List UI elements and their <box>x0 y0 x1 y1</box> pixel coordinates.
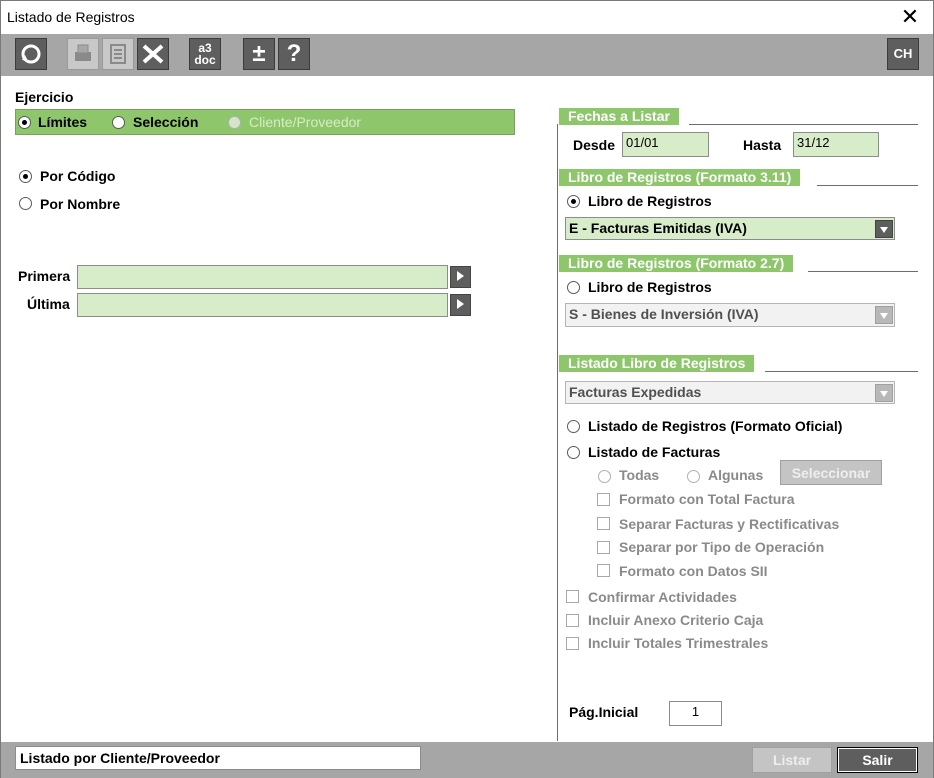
radio-por-codigo[interactable] <box>19 170 32 183</box>
listado-registros-window: Listado de Registros ✕ a3 doc ± ? CH Eje… <box>0 0 934 778</box>
status-text: Listado por Cliente/Proveedor <box>15 746 421 770</box>
fechas-header: Fechas a Listar <box>559 108 679 125</box>
preview-icon <box>110 44 126 64</box>
radio-seleccion[interactable] <box>112 116 125 129</box>
totales-trimestrales-label: Incluir Totales Trimestrales <box>588 635 769 651</box>
por-codigo-label: Por Código <box>40 168 116 184</box>
radio-por-nombre[interactable] <box>19 197 32 210</box>
listado-select[interactable]: Facturas Expedidas <box>565 381 895 404</box>
ejercicio-label: Ejercicio <box>15 89 74 105</box>
bottom-bar: Listado por Cliente/Proveedor Listar Sal… <box>1 742 933 778</box>
listar-button[interactable]: Listar <box>752 747 832 773</box>
radio-cliente-proveedor[interactable] <box>228 116 241 129</box>
a3doc-button[interactable]: a3 doc <box>189 38 221 70</box>
ultima-lookup-button[interactable] <box>450 294 471 316</box>
desde-input[interactable]: 01/01 <box>622 132 709 157</box>
title-bar: Listado de Registros ✕ <box>1 1 933 34</box>
checkbox-total-factura[interactable] <box>597 493 610 506</box>
libro-311-header-line <box>817 185 918 186</box>
checkbox-anexo-criterio-caja[interactable] <box>566 614 579 627</box>
ultima-label: Última <box>27 296 70 312</box>
checkbox-datos-sii[interactable] <box>597 564 610 577</box>
checkbox-separar-rectificativas[interactable] <box>597 517 610 530</box>
refresh-icon <box>21 44 41 64</box>
chevron-down-icon[interactable] <box>875 306 893 324</box>
seleccionar-button[interactable]: Seleccionar <box>780 460 882 485</box>
algunas-label: Algunas <box>708 467 764 483</box>
datos-sii-label: Formato con Datos SII <box>619 563 768 579</box>
right-panel-border <box>557 124 558 741</box>
listado-select-value: Facturas Expedidas <box>569 384 702 400</box>
separar-rectificativas-label: Separar Facturas y Rectificativas <box>619 516 840 532</box>
excel-button[interactable] <box>137 38 169 70</box>
preview-button[interactable] <box>102 38 134 70</box>
radio-libro-311[interactable] <box>567 195 580 208</box>
language-ch-button[interactable]: CH <box>887 38 919 70</box>
libro-311-header: Libro de Registros (Formato 3.11) <box>559 169 801 186</box>
radio-formato-oficial[interactable] <box>567 420 580 433</box>
refresh-button[interactable] <box>15 38 47 70</box>
ultima-input[interactable] <box>77 293 448 317</box>
libro-311-label: Libro de Registros <box>588 193 712 209</box>
hasta-input[interactable]: 31/12 <box>793 132 879 157</box>
primera-lookup-button[interactable] <box>450 266 471 288</box>
radio-todas[interactable] <box>598 470 611 483</box>
chevron-down-icon[interactable] <box>875 220 893 238</box>
listado-header-line <box>765 371 918 372</box>
libro-311-select-value: E - Facturas Emitidas (IVA) <box>569 220 747 236</box>
libro-27-header: Libro de Registros (Formato 2.7) <box>559 255 794 272</box>
radio-limites[interactable] <box>18 116 31 129</box>
libro-27-select[interactable]: S - Bienes de Inversión (IVA) <box>565 303 895 327</box>
listado-facturas-label: Listado de Facturas <box>588 444 721 460</box>
libro-27-select-value: S - Bienes de Inversión (IVA) <box>569 306 759 322</box>
libro-27-label: Libro de Registros <box>588 279 712 295</box>
fechas-header-line <box>689 124 918 125</box>
checkbox-totales-trimestrales[interactable] <box>566 637 579 650</box>
plusminus-button[interactable]: ± <box>243 38 275 70</box>
pag-inicial-label: Pág.Inicial <box>569 704 639 720</box>
hasta-label: Hasta <box>743 137 782 153</box>
chevron-down-icon[interactable] <box>875 384 893 402</box>
a3doc-bottom-label: doc <box>194 53 216 67</box>
listado-header: Listado Libro de Registros <box>559 355 755 372</box>
formato-oficial-label: Listado de Registros (Formato Oficial) <box>588 418 843 434</box>
anexo-criterio-caja-label: Incluir Anexo Criterio Caja <box>588 612 764 628</box>
print-icon <box>75 44 91 61</box>
salir-button[interactable]: Salir <box>837 747 918 773</box>
help-button[interactable]: ? <box>278 38 310 70</box>
desde-label: Desde <box>573 137 616 153</box>
cliente-proveedor-label: Cliente/Proveedor <box>249 114 362 130</box>
seleccion-label: Selección <box>133 114 199 130</box>
excel-icon <box>142 44 164 64</box>
pag-inicial-input[interactable]: 1 <box>669 701 722 726</box>
toolbar: a3 doc ± ? CH <box>1 34 933 76</box>
checkbox-confirmar-actividades[interactable] <box>566 590 579 603</box>
print-button[interactable] <box>67 38 99 70</box>
primera-input[interactable] <box>77 265 448 289</box>
close-icon[interactable]: ✕ <box>897 4 923 30</box>
radio-algunas[interactable] <box>687 470 700 483</box>
por-nombre-label: Por Nombre <box>40 196 121 212</box>
todas-label: Todas <box>619 467 660 483</box>
primera-label: Primera <box>18 268 71 284</box>
limites-label: Límites <box>38 114 88 130</box>
radio-libro-27[interactable] <box>567 281 580 294</box>
checkbox-tipo-operacion[interactable] <box>597 541 610 554</box>
total-factura-label: Formato con Total Factura <box>619 491 795 507</box>
confirmar-actividades-label: Confirmar Actividades <box>588 589 737 605</box>
window-title: Listado de Registros <box>7 9 135 25</box>
radio-listado-facturas[interactable] <box>567 446 580 459</box>
libro-27-header-line <box>808 271 918 272</box>
libro-311-select[interactable]: E - Facturas Emitidas (IVA) <box>565 217 895 240</box>
tipo-operacion-label: Separar por Tipo de Operación <box>619 539 825 555</box>
